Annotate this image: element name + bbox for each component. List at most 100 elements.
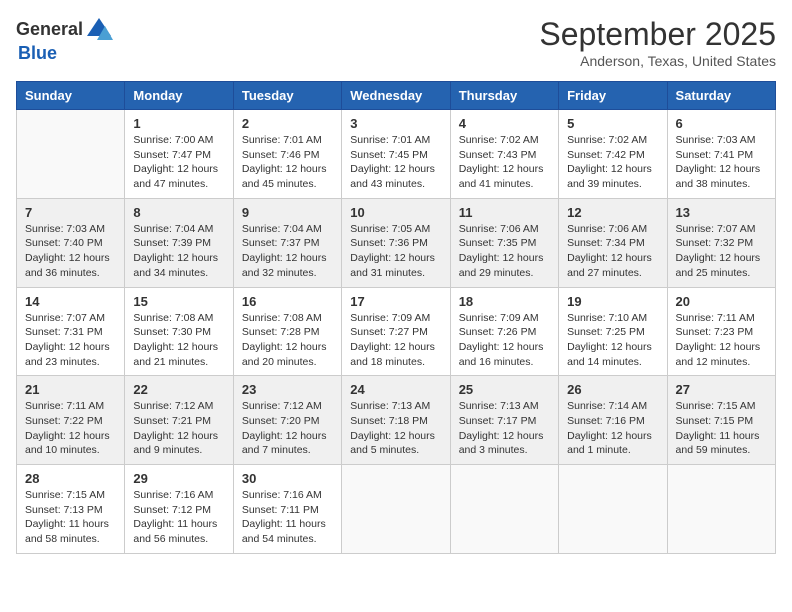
day-number: 29 [133,471,224,486]
calendar-cell: 2 Sunrise: 7:01 AMSunset: 7:46 PMDaylight… [233,110,341,199]
day-info: Sunrise: 7:00 AMSunset: 7:47 PMDaylight:… [133,133,224,192]
day-info: Sunrise: 7:11 AMSunset: 7:22 PMDaylight:… [25,399,116,458]
calendar-cell: 13 Sunrise: 7:07 AMSunset: 7:32 PMDayligh… [667,198,775,287]
calendar-cell: 9 Sunrise: 7:04 AMSunset: 7:37 PMDaylight… [233,198,341,287]
calendar-cell [667,465,775,554]
day-number: 21 [25,382,116,397]
calendar-cell [342,465,450,554]
calendar-cell: 10Sunrise: 7:05 AMSunset: 7:36 PMDayligh… [342,198,450,287]
day-number: 3 [350,116,441,131]
weekday-header-friday: Friday [559,82,667,110]
calendar-cell: 23 Sunrise: 7:12 AMSunset: 7:20 PMDayligh… [233,376,341,465]
calendar-cell: 17Sunrise: 7:09 AMSunset: 7:27 PMDayligh… [342,287,450,376]
day-info: Sunrise: 7:02 AMSunset: 7:43 PMDaylight:… [459,133,550,192]
day-number: 14 [25,294,116,309]
weekday-header-thursday: Thursday [450,82,558,110]
day-number: 23 [242,382,333,397]
day-number: 24 [350,382,441,397]
day-info: Sunrise: 7:04 AMSunset: 7:39 PMDaylight:… [133,222,224,281]
calendar-cell: 25 Sunrise: 7:13 AMSunset: 7:17 PMDayligh… [450,376,558,465]
calendar-week-row: 14 Sunrise: 7:07 AMSunset: 7:31 PMDayligh… [17,287,776,376]
calendar-cell: 11 Sunrise: 7:06 AMSunset: 7:35 PMDayligh… [450,198,558,287]
calendar-week-row: 28Sunrise: 7:15 AMSunset: 7:13 PMDayligh… [17,465,776,554]
calendar-cell: 1 Sunrise: 7:00 AMSunset: 7:47 PMDaylight… [125,110,233,199]
calendar-cell: 21 Sunrise: 7:11 AMSunset: 7:22 PMDayligh… [17,376,125,465]
day-info: Sunrise: 7:09 AMSunset: 7:27 PMDaylight:… [350,311,441,370]
day-info: Sunrise: 7:04 AMSunset: 7:37 PMDaylight:… [242,222,333,281]
calendar-cell: 5 Sunrise: 7:02 AMSunset: 7:42 PMDaylight… [559,110,667,199]
day-info: Sunrise: 7:06 AMSunset: 7:35 PMDaylight:… [459,222,550,281]
calendar-cell: 22 Sunrise: 7:12 AMSunset: 7:21 PMDayligh… [125,376,233,465]
calendar-cell: 6Sunrise: 7:03 AMSunset: 7:41 PMDaylight… [667,110,775,199]
day-number: 22 [133,382,224,397]
day-info: Sunrise: 7:07 AMSunset: 7:31 PMDaylight:… [25,311,116,370]
calendar-cell: 3 Sunrise: 7:01 AMSunset: 7:45 PMDaylight… [342,110,450,199]
calendar-cell: 27 Sunrise: 7:15 AMSunset: 7:15 PMDayligh… [667,376,775,465]
calendar-cell: 19Sunrise: 7:10 AMSunset: 7:25 PMDayligh… [559,287,667,376]
day-number: 2 [242,116,333,131]
calendar-cell: 16 Sunrise: 7:08 AMSunset: 7:28 PMDayligh… [233,287,341,376]
calendar-cell: 24Sunrise: 7:13 AMSunset: 7:18 PMDayligh… [342,376,450,465]
calendar-cell: 28Sunrise: 7:15 AMSunset: 7:13 PMDayligh… [17,465,125,554]
day-number: 30 [242,471,333,486]
logo-blue-text: Blue [18,43,57,63]
calendar-cell [450,465,558,554]
day-info: Sunrise: 7:16 AMSunset: 7:12 PMDaylight:… [133,488,224,547]
month-title: September 2025 [539,16,776,53]
day-number: 8 [133,205,224,220]
calendar-cell: 18 Sunrise: 7:09 AMSunset: 7:26 PMDayligh… [450,287,558,376]
day-info: Sunrise: 7:13 AMSunset: 7:17 PMDaylight:… [459,399,550,458]
day-info: Sunrise: 7:01 AMSunset: 7:45 PMDaylight:… [350,133,441,192]
day-info: Sunrise: 7:16 AMSunset: 7:11 PMDaylight:… [242,488,333,547]
day-number: 13 [676,205,767,220]
day-number: 15 [133,294,224,309]
weekday-header-saturday: Saturday [667,82,775,110]
calendar-cell: 20 Sunrise: 7:11 AMSunset: 7:23 PMDayligh… [667,287,775,376]
day-info: Sunrise: 7:02 AMSunset: 7:42 PMDaylight:… [567,133,658,192]
calendar-cell: 26Sunrise: 7:14 AMSunset: 7:16 PMDayligh… [559,376,667,465]
logo-general-text: General [16,20,83,40]
day-info: Sunrise: 7:08 AMSunset: 7:28 PMDaylight:… [242,311,333,370]
weekday-header-row: SundayMondayTuesdayWednesdayThursdayFrid… [17,82,776,110]
day-number: 16 [242,294,333,309]
day-info: Sunrise: 7:11 AMSunset: 7:23 PMDaylight:… [676,311,767,370]
calendar-cell: 7Sunrise: 7:03 AMSunset: 7:40 PMDaylight… [17,198,125,287]
day-number: 18 [459,294,550,309]
weekday-header-tuesday: Tuesday [233,82,341,110]
calendar-cell: 12Sunrise: 7:06 AMSunset: 7:34 PMDayligh… [559,198,667,287]
day-info: Sunrise: 7:06 AMSunset: 7:34 PMDaylight:… [567,222,658,281]
weekday-header-monday: Monday [125,82,233,110]
day-number: 4 [459,116,550,131]
day-info: Sunrise: 7:03 AMSunset: 7:40 PMDaylight:… [25,222,116,281]
day-number: 11 [459,205,550,220]
day-number: 10 [350,205,441,220]
logo-icon [85,16,113,44]
day-number: 20 [676,294,767,309]
day-info: Sunrise: 7:01 AMSunset: 7:46 PMDaylight:… [242,133,333,192]
logo: General Blue [16,16,113,64]
day-number: 19 [567,294,658,309]
location: Anderson, Texas, United States [539,53,776,69]
calendar-cell [559,465,667,554]
calendar-cell: 4 Sunrise: 7:02 AMSunset: 7:43 PMDaylight… [450,110,558,199]
day-number: 6 [676,116,767,131]
weekday-header-sunday: Sunday [17,82,125,110]
day-number: 9 [242,205,333,220]
calendar-cell: 8 Sunrise: 7:04 AMSunset: 7:39 PMDaylight… [125,198,233,287]
calendar-cell: 29 Sunrise: 7:16 AMSunset: 7:12 PMDayligh… [125,465,233,554]
day-info: Sunrise: 7:15 AMSunset: 7:15 PMDaylight:… [676,399,767,458]
day-info: Sunrise: 7:12 AMSunset: 7:20 PMDaylight:… [242,399,333,458]
day-number: 1 [133,116,224,131]
page-header: General Blue September 2025 Anderson, Te… [16,16,776,69]
day-info: Sunrise: 7:07 AMSunset: 7:32 PMDaylight:… [676,222,767,281]
day-number: 25 [459,382,550,397]
calendar-cell: 15 Sunrise: 7:08 AMSunset: 7:30 PMDayligh… [125,287,233,376]
day-info: Sunrise: 7:08 AMSunset: 7:30 PMDaylight:… [133,311,224,370]
weekday-header-wednesday: Wednesday [342,82,450,110]
day-info: Sunrise: 7:09 AMSunset: 7:26 PMDaylight:… [459,311,550,370]
day-info: Sunrise: 7:15 AMSunset: 7:13 PMDaylight:… [25,488,116,547]
title-block: September 2025 Anderson, Texas, United S… [539,16,776,69]
day-number: 5 [567,116,658,131]
day-info: Sunrise: 7:12 AMSunset: 7:21 PMDaylight:… [133,399,224,458]
day-number: 27 [676,382,767,397]
